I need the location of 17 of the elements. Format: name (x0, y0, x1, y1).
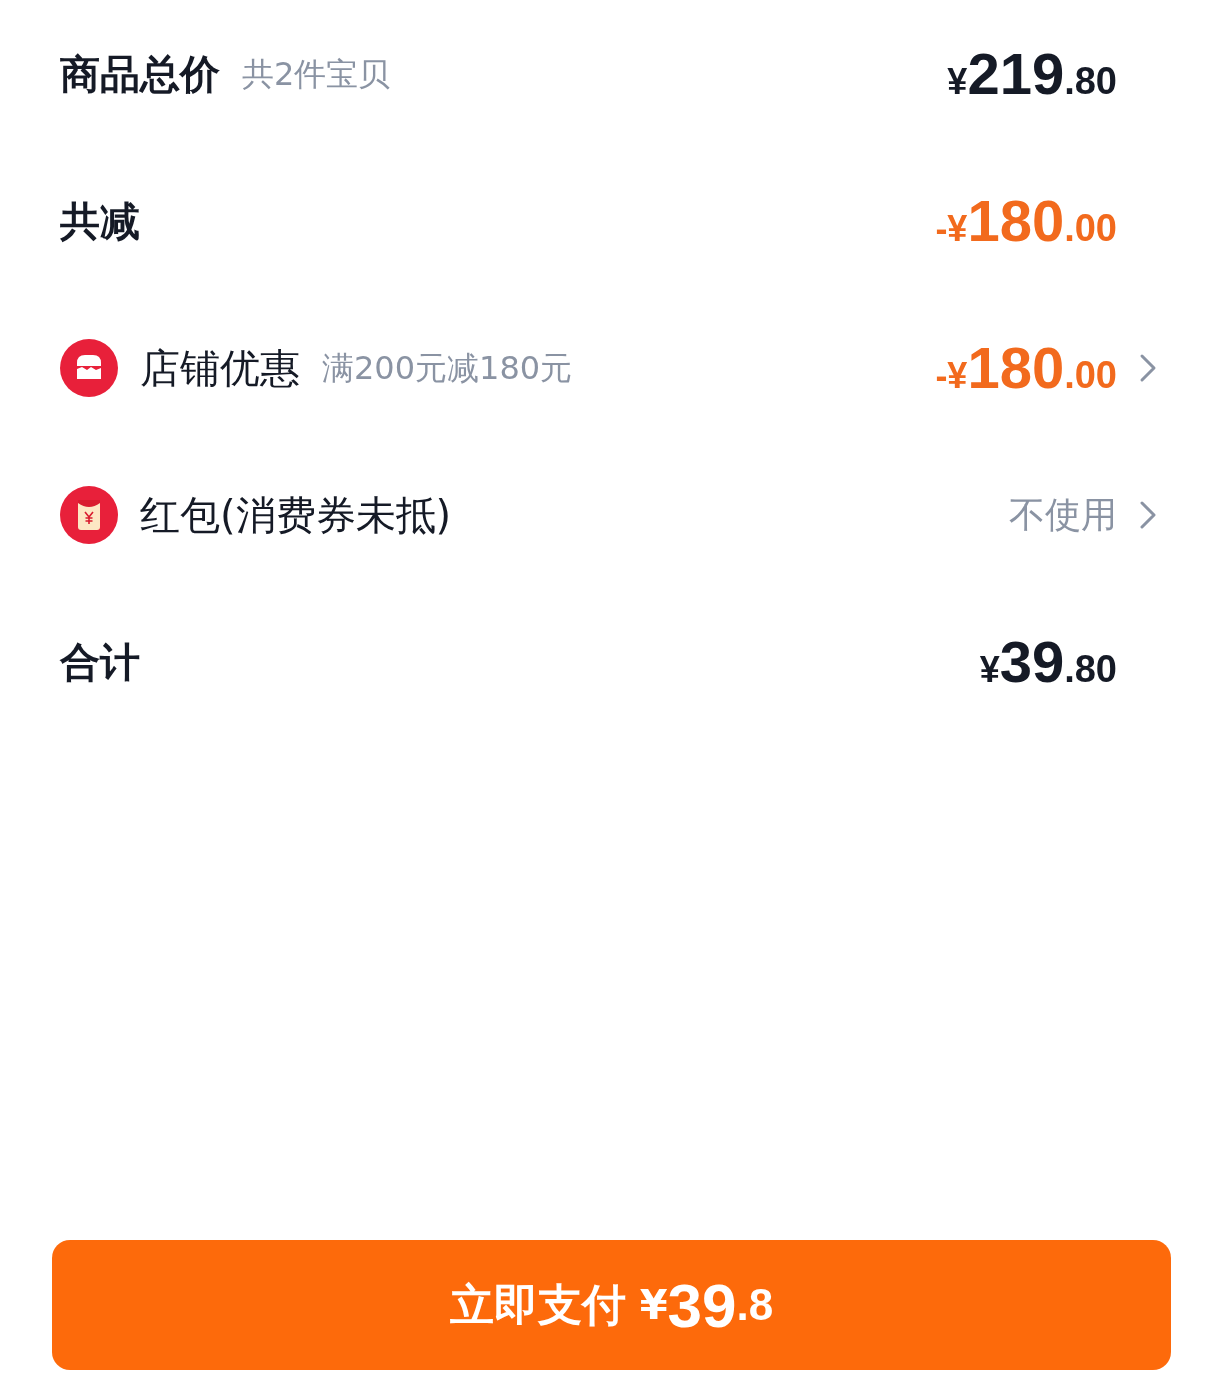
pay-now-button[interactable]: 立即支付 ¥39.8 (52, 1240, 1171, 1370)
price-text: ¥39.80 (979, 628, 1117, 696)
price-text: -¥180.00 (935, 334, 1117, 402)
store-icon (60, 338, 118, 397)
row-label: 店铺优惠 (140, 343, 300, 393)
price-text: -¥180.00 (935, 187, 1117, 255)
row-label: 合计 (60, 637, 140, 687)
row-label: 共减 (60, 196, 140, 246)
row-note: 共2件宝贝 (242, 53, 391, 95)
chevron-right-icon[interactable] (1139, 352, 1157, 383)
chevron-right-icon[interactable] (1139, 499, 1157, 530)
row-label: 红包(消费券未抵) (140, 490, 452, 540)
row-label: 商品总价 (60, 49, 220, 99)
row-note: 满200元减180元 (322, 347, 573, 389)
envelope-icon (60, 485, 118, 544)
option-value[interactable]: 不使用 (1009, 487, 1117, 542)
price-text: ¥219.80 (947, 40, 1117, 108)
